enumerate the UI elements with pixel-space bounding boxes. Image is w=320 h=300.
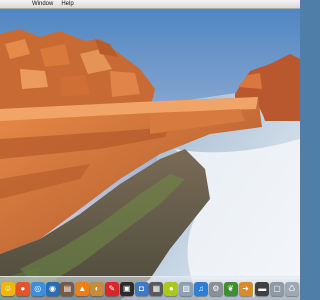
preview-icon[interactable]: ▧ bbox=[179, 281, 194, 296]
finder-icon[interactable]: ☺ bbox=[1, 281, 15, 296]
system-preferences-icon[interactable]: ⚙ bbox=[208, 281, 223, 296]
window-icon[interactable]: ▢ bbox=[270, 281, 285, 296]
dashboard-icon[interactable]: ◉ bbox=[45, 281, 60, 296]
menu-help[interactable]: Help bbox=[57, 0, 77, 8]
terminal-icon[interactable]: ▬ bbox=[255, 281, 270, 296]
camera-icon[interactable]: ◘ bbox=[134, 281, 149, 296]
menu-window[interactable]: Window bbox=[28, 0, 57, 8]
ball-icon[interactable]: ● bbox=[164, 281, 179, 296]
frontrow-icon[interactable]: ▣ bbox=[119, 281, 134, 296]
expose-icon[interactable]: ▦ bbox=[149, 281, 164, 296]
itunes-library-icon[interactable]: ▤ bbox=[60, 281, 75, 296]
photo-icon[interactable]: ◐ bbox=[90, 281, 105, 296]
leaf-icon[interactable]: ❦ bbox=[223, 281, 238, 296]
safari-icon[interactable]: ◎ bbox=[30, 281, 45, 296]
dock-separator bbox=[253, 280, 255, 297]
firefox-icon[interactable]: ● bbox=[15, 281, 30, 296]
trash-icon[interactable]: ♺ bbox=[284, 281, 299, 296]
desktop-wallpaper bbox=[0, 9, 300, 300]
dock: ☺ ● ◎ ◉ ▤ ▲ ◐ ✎ ▣ ◘ ▦ ● ▧ ♫ ⚙ ❦ ➜ ▬ ▢ ♺ bbox=[0, 276, 300, 300]
menu-bar: Window Help bbox=[0, 0, 300, 9]
notes-icon[interactable]: ✎ bbox=[104, 281, 119, 296]
music-icon[interactable]: ♫ bbox=[193, 281, 208, 296]
document-icon[interactable]: ➜ bbox=[238, 281, 253, 296]
vlc-icon[interactable]: ▲ bbox=[75, 281, 90, 296]
